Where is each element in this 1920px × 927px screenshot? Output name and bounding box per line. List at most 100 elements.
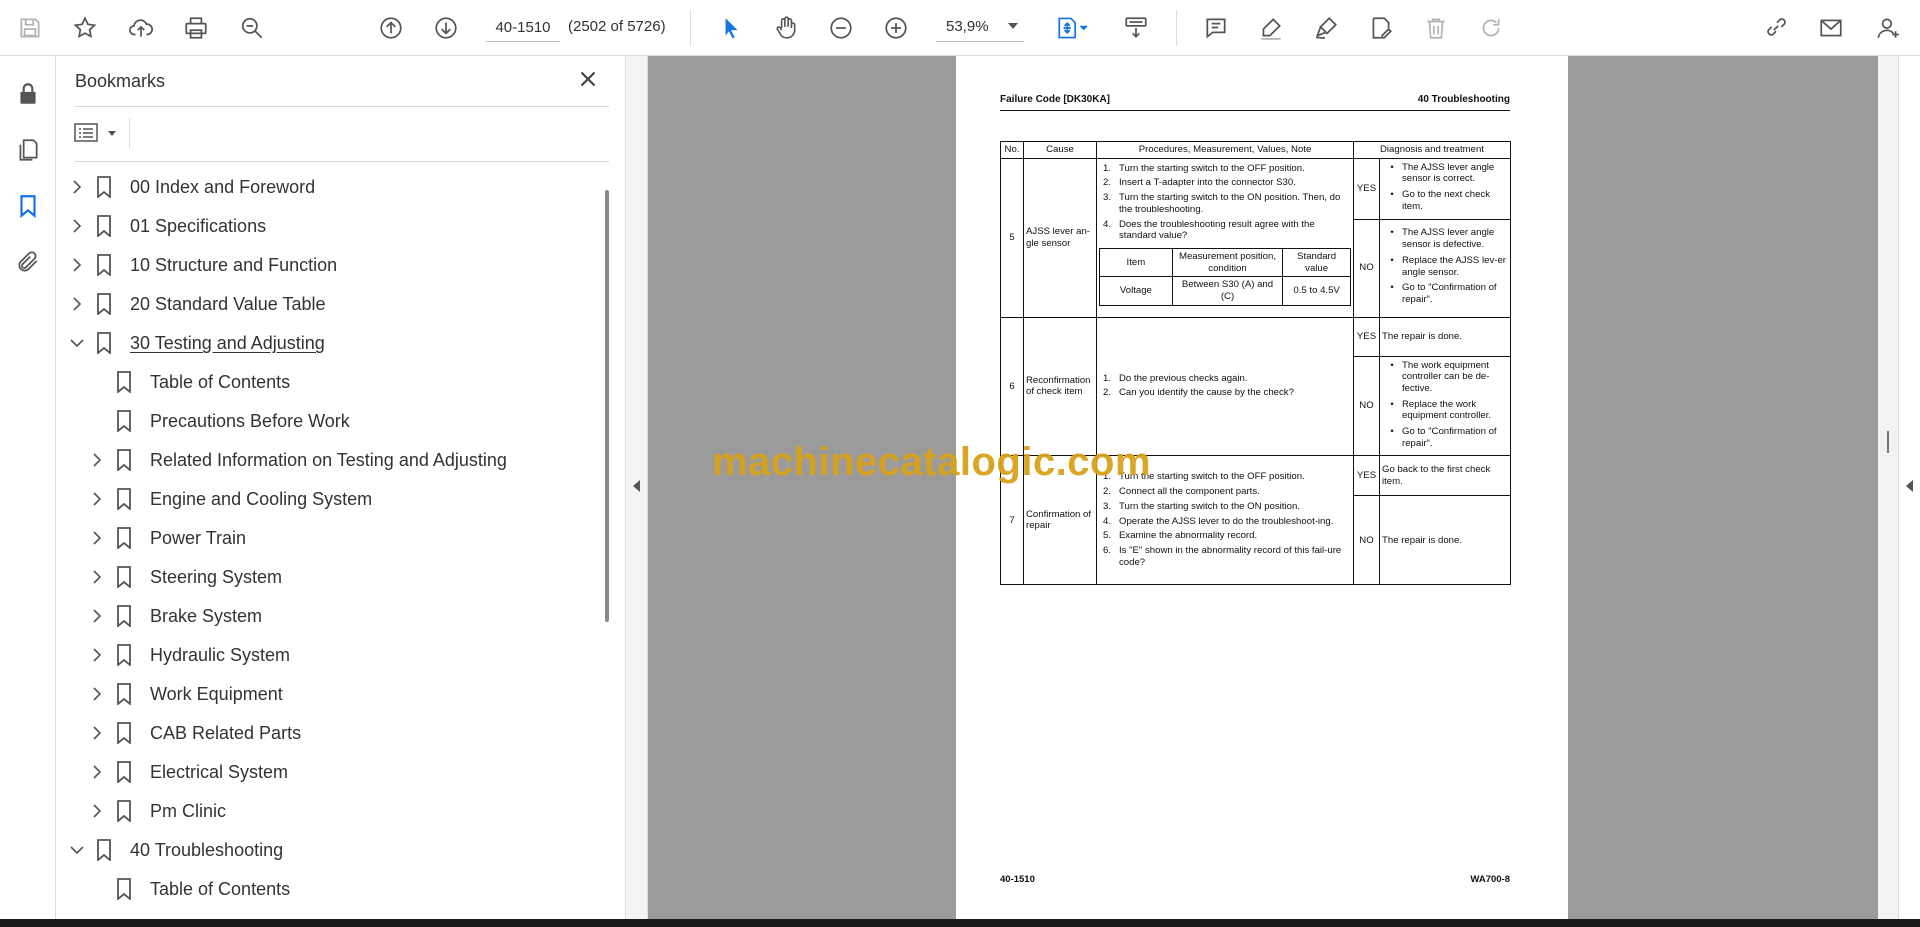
bookmark-item[interactable]: Power Train <box>56 519 596 557</box>
chevron-down-icon[interactable] <box>69 335 85 351</box>
step-item: 2. Insert a T-adapter into the connector … <box>1103 177 1296 189</box>
chevron-right-icon[interactable] <box>89 803 105 819</box>
page-number-input[interactable] <box>486 14 560 42</box>
chevron-right-icon[interactable] <box>89 569 105 585</box>
bookmark-icon <box>97 215 111 237</box>
bookmark-label: 20 Standard Value Table <box>130 294 326 314</box>
yes-diagnosis: • The AJSS lever angle sensor is correct.… <box>1379 157 1511 220</box>
scrollbar-grip[interactable] <box>1887 431 1889 453</box>
inner-header: Standard value <box>1282 247 1351 278</box>
bookmark-item[interactable]: Brake System <box>56 597 596 635</box>
bookmark-item[interactable]: Electrical System <box>56 753 596 791</box>
print-icon[interactable] <box>180 12 212 44</box>
bookmark-item[interactable]: 10 Structure and Function <box>56 246 596 284</box>
hand-tool-icon[interactable] <box>770 12 802 44</box>
chevron-right-icon[interactable] <box>69 179 85 195</box>
chevron-right-icon[interactable] <box>89 764 105 780</box>
bookmark-item[interactable]: 00 Index and Foreword <box>56 168 596 206</box>
chevron-right-icon[interactable] <box>69 296 85 312</box>
email-icon[interactable] <box>1815 12 1847 44</box>
row-number: 5 <box>1000 157 1024 318</box>
fit-page-icon[interactable] <box>1050 12 1094 44</box>
chevron-right-icon[interactable] <box>69 257 85 273</box>
bookmark-icon <box>117 449 131 471</box>
close-icon[interactable] <box>575 66 601 92</box>
bookmarks-scrollbar-thumb[interactable] <box>605 190 609 622</box>
no-label: NO <box>1353 355 1380 457</box>
bookmarks-panel: Bookmarks 00 Index and Foreword 01 Speci… <box>56 56 626 919</box>
scroll-mode-icon[interactable] <box>1120 12 1152 44</box>
zoom-level-select[interactable]: 53,9% <box>936 14 1024 42</box>
chevron-right-icon[interactable] <box>69 218 85 234</box>
taskbar-strip <box>0 919 1920 927</box>
bookmark-item[interactable]: Engine and Cooling System <box>56 480 596 518</box>
user-account-icon[interactable] <box>1872 12 1904 44</box>
toolbar: (2502 of 5726) 53,9% <box>0 0 1920 56</box>
highlight-pen-icon[interactable] <box>1255 12 1287 44</box>
bookmark-item[interactable]: Steering System <box>56 558 596 596</box>
document-scrollbar[interactable] <box>1878 56 1898 919</box>
yes-label: YES <box>1353 455 1380 497</box>
chevron-right-icon[interactable] <box>89 452 105 468</box>
expand-right-panel-button[interactable] <box>1898 56 1920 919</box>
chevron-right-icon[interactable] <box>89 530 105 546</box>
chevron-down-icon[interactable] <box>69 842 85 858</box>
bookmark-item[interactable]: Related Information on Testing and Adjus… <box>56 441 596 479</box>
bookmark-item-selected[interactable]: 30 Testing and Adjusting <box>56 324 596 362</box>
zoom-search-icon[interactable] <box>236 12 268 44</box>
chevron-right-icon[interactable] <box>89 686 105 702</box>
lock-icon[interactable] <box>12 78 44 110</box>
attachment-paperclip-icon[interactable] <box>12 246 44 278</box>
yes-diagnosis: Go back to the first check item. <box>1379 455 1511 497</box>
page-footer-left: 40-1510 <box>1000 874 1035 885</box>
previous-page-icon[interactable] <box>375 12 407 44</box>
bookmark-item[interactable]: Table of Contents <box>56 363 596 401</box>
chevron-right-icon[interactable] <box>89 491 105 507</box>
bookmark-item[interactable]: Table of Contents <box>56 870 596 908</box>
bookmark-item[interactable]: CAB Related Parts <box>56 714 596 752</box>
collapse-panel-button[interactable] <box>626 56 648 919</box>
row-cause: Reconfirmation of check item <box>1023 316 1097 457</box>
zoom-out-icon[interactable] <box>825 12 857 44</box>
page-thumbnails-icon[interactable] <box>12 134 44 166</box>
redo-icon[interactable] <box>1475 12 1507 44</box>
bookmark-item[interactable]: Pm Clinic <box>56 792 596 830</box>
row-procedure: 1. Turn the starting switch to the OFF po… <box>1096 157 1354 318</box>
page-footer-right: WA700-8 <box>1470 874 1510 885</box>
pdf-page: Failure Code [DK30KA] 40 Troubleshooting… <box>956 56 1568 919</box>
edit-text-icon[interactable] <box>1365 12 1397 44</box>
bookmark-panel-icon[interactable] <box>12 190 44 222</box>
chevron-right-icon[interactable] <box>89 725 105 741</box>
comment-icon[interactable] <box>1200 12 1232 44</box>
bookmark-item[interactable]: 01 Specifications <box>56 207 596 245</box>
bookmark-item[interactable]: Hydraulic System <box>56 636 596 674</box>
star-icon[interactable] <box>69 12 101 44</box>
save-icon[interactable] <box>14 12 46 44</box>
upload-cloud-icon[interactable] <box>125 12 157 44</box>
bookmark-item[interactable]: 40 Troubleshooting <box>56 831 596 869</box>
bookmark-list: 00 Index and Foreword 01 Specifications … <box>56 168 596 913</box>
bookmark-label: Table of Contents <box>150 372 291 392</box>
bookmarks-panel-title: Bookmarks <box>75 71 166 91</box>
bookmark-icon <box>97 839 111 861</box>
share-link-icon[interactable] <box>1760 12 1792 44</box>
bookmark-icon <box>97 176 111 198</box>
bookmark-label: Pm Clinic <box>150 801 227 821</box>
bookmark-options-button[interactable] <box>74 118 122 148</box>
watermark-text: machinecatalogic.com <box>712 440 1152 484</box>
select-cursor-icon[interactable] <box>715 12 747 44</box>
standard-value-table: Item Measurement position, condition Stand… <box>1099 247 1351 306</box>
delete-icon[interactable] <box>1420 12 1452 44</box>
next-page-icon[interactable] <box>430 12 462 44</box>
bookmark-item[interactable]: Precautions Before Work <box>56 402 596 440</box>
inner-cell: 0.5 to 4.5V <box>1282 276 1351 306</box>
bookmark-icon <box>117 878 131 900</box>
bookmark-item[interactable]: 20 Standard Value Table <box>56 285 596 323</box>
chevron-right-icon[interactable] <box>89 608 105 624</box>
chevron-right-icon[interactable] <box>89 647 105 663</box>
bookmark-label: 01 Specifications <box>130 216 267 236</box>
bookmark-item[interactable]: Work Equipment <box>56 675 596 713</box>
zoom-in-icon[interactable] <box>880 12 912 44</box>
header-rule <box>1000 110 1510 111</box>
draw-pen-icon[interactable] <box>1310 12 1342 44</box>
